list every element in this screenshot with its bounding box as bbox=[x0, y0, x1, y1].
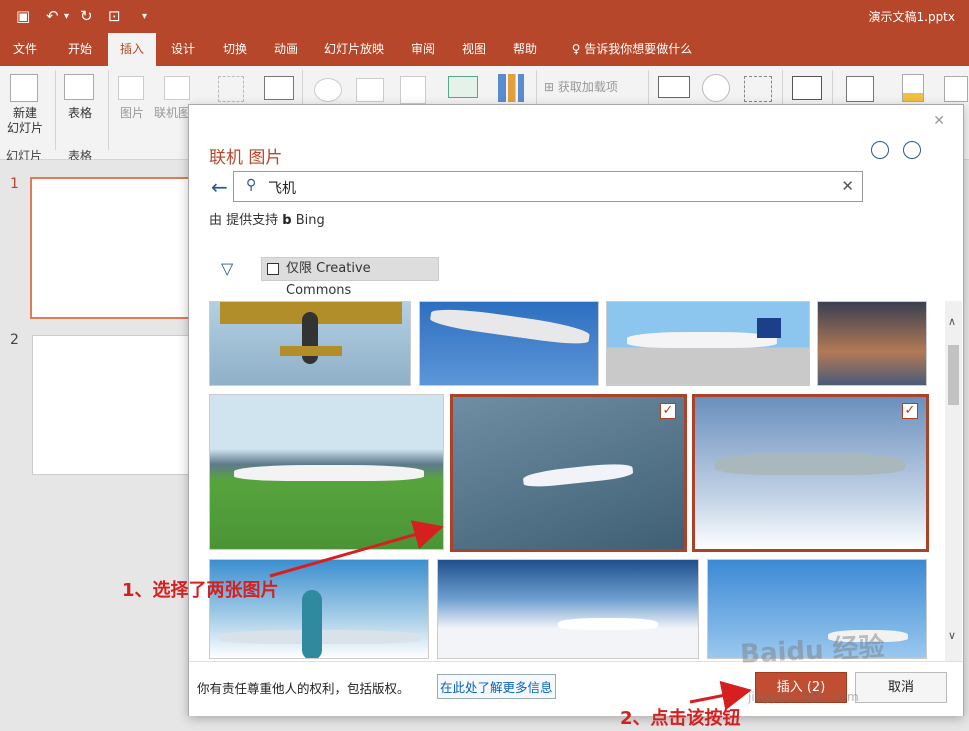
annotation-arrow-1 bbox=[269, 520, 444, 578]
baidu-watermark: Baidu 经验 bbox=[739, 632, 886, 670]
annotation-arrow-2 bbox=[689, 680, 752, 711]
baidu-watermark-url: jingyan.baidu.com bbox=[748, 690, 859, 704]
annotation-arrows bbox=[269, 520, 752, 711]
annotation-step2: 2、点击该按钮 bbox=[620, 708, 741, 729]
annotation-step1: 1、选择了两张图片 bbox=[122, 580, 279, 601]
